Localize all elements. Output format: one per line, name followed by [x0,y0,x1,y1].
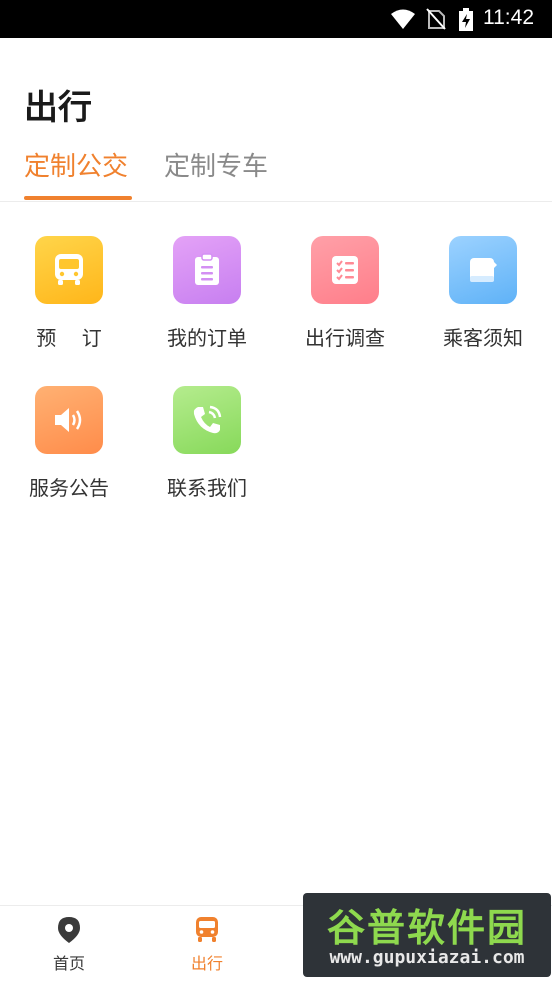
grid-label: 出行调查 [305,326,385,350]
tab-divider [0,201,552,202]
grid-item-contact-us[interactable]: 联系我们 [138,386,276,516]
grid-icon-tile [311,236,379,304]
nav-label: 出行 [190,954,223,973]
grid-label: 联系我们 [167,476,247,500]
watermark-url: www.gupuxiazai.com [329,947,525,968]
grid-icon-tile [449,236,517,304]
grid-item-reserve[interactable]: 预 订 [0,236,138,366]
grid-item-service-notice[interactable]: 服务公告 [0,386,138,516]
grid-icon-tile [35,386,103,454]
map-pin-icon [58,917,80,943]
tab-custom-car[interactable]: 定制专车 [164,146,268,183]
grid-label: 乘客须知 [443,326,523,350]
grid-icon-tile [173,236,241,304]
checklist-icon [332,256,358,284]
watermark: 谷普软件园 www.gupuxiazai.com [303,893,551,977]
status-bar: 11:42 [0,0,552,38]
active-tab-indicator [24,196,132,200]
grid-label: 预 订 [36,326,102,350]
watermark-logo: 谷普软件园 [326,906,527,950]
wifi-icon [391,9,415,29]
grid-item-my-orders[interactable]: 我的订单 [138,236,276,366]
no-sim-icon [426,8,446,30]
nav-item-home[interactable]: 首页 [0,906,138,981]
tab-custom-bus[interactable]: 定制公交 [24,146,128,183]
grid-item-passenger-notice[interactable]: 乘客须知 [414,236,552,366]
bus-icon [55,254,83,285]
nav-label: 首页 [52,954,85,973]
notebook-icon [470,258,497,282]
grid-icon-tile [173,386,241,454]
page-title: 出行 [24,88,92,128]
grid-label: 服务公告 [29,476,109,500]
status-time: 11:42 [483,6,534,29]
grid-label: 我的订单 [167,326,247,350]
battery-charging-icon [459,8,473,31]
grid-icon-tile [35,236,103,304]
bus-icon [196,917,218,942]
phone-icon [193,405,222,434]
nav-item-travel[interactable]: 出行 [138,906,276,981]
grid-item-travel-survey[interactable]: 出行调查 [276,236,414,366]
speaker-icon [55,408,82,432]
clipboard-icon [195,253,219,285]
